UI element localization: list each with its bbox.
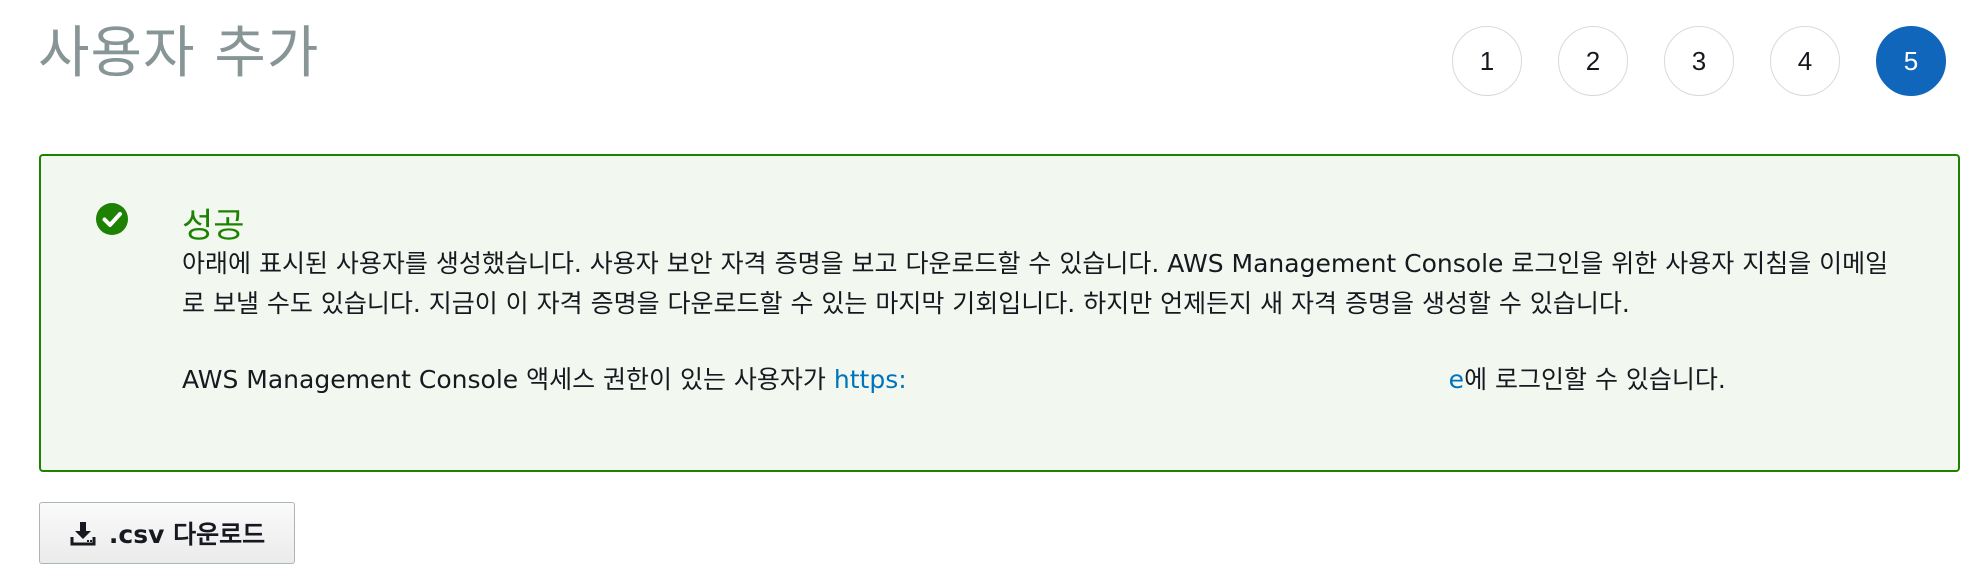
success-alert: 성공 아래에 표시된 사용자를 생성했습니다. 사용자 보안 자격 증명을 보고… <box>39 154 1960 472</box>
console-signin-prefix: AWS Management Console 액세스 권한이 있는 사용자가 <box>182 365 834 394</box>
wizard-steps: 1 2 3 4 5 <box>1452 26 1946 96</box>
download-csv-label: .csv 다운로드 <box>108 520 266 549</box>
console-signin-suffix: 에 로그인할 수 있습니다. <box>1464 365 1726 394</box>
step-5[interactable]: 5 <box>1876 26 1946 96</box>
step-1[interactable]: 1 <box>1452 26 1522 96</box>
step-2[interactable]: 2 <box>1558 26 1628 96</box>
add-user-page: 사용자 추가 1 2 3 4 5 성공 아래에 표시된 사용자를 생성했습니다.… <box>0 0 1982 582</box>
alert-title: 성공 <box>182 206 245 246</box>
page-title: 사용자 추가 <box>38 21 320 86</box>
console-signin-message: AWS Management Console 액세스 권한이 있는 사용자가 h… <box>182 360 1726 400</box>
check-circle-icon <box>95 202 129 236</box>
download-csv-button[interactable]: .csv 다운로드 <box>39 502 295 564</box>
console-signin-link[interactable]: https: <box>834 365 907 394</box>
console-signin-link-end[interactable]: e <box>1449 365 1464 394</box>
alert-message: 아래에 표시된 사용자를 생성했습니다. 사용자 보안 자격 증명을 보고 다운… <box>182 249 1889 318</box>
step-3[interactable]: 3 <box>1664 26 1734 96</box>
step-4[interactable]: 4 <box>1770 26 1840 96</box>
download-icon <box>69 519 97 547</box>
